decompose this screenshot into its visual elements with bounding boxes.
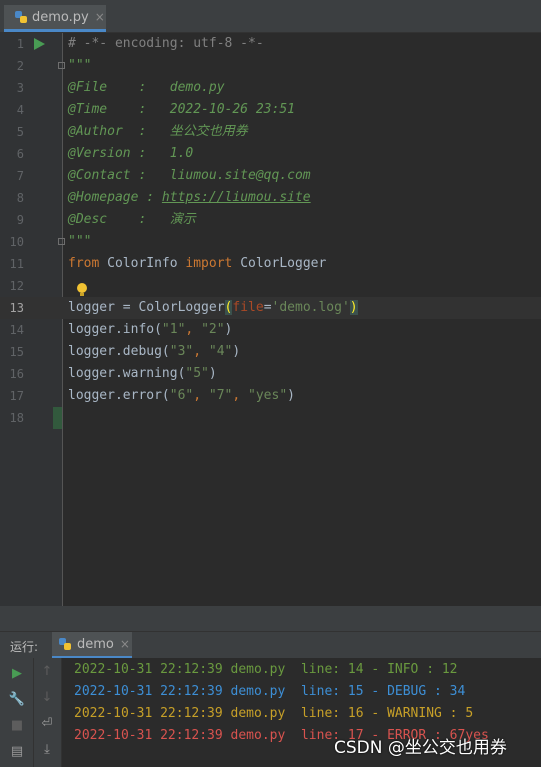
run-panel-header: 运行: demo × xyxy=(0,632,541,658)
code-line: 5 @Author : 坐公交也用券 xyxy=(16,124,248,139)
code-line: 11 from ColorInfo import ColorLogger xyxy=(9,256,327,271)
run-label: 运行: xyxy=(10,640,39,654)
watermark: CSDN @坐公交也用券 xyxy=(334,738,507,758)
up-arrow-icon[interactable]: ↑ xyxy=(37,664,57,679)
code-line: 15 logger.debug("3", "4") xyxy=(9,344,241,359)
soft-wrap-icon[interactable]: ⏎ xyxy=(37,716,57,731)
console-output-line: 2022-10-31 22:12:39 demo.py line: 14 - I… xyxy=(74,662,458,677)
code-line: 6 @Version : 1.0 xyxy=(16,146,194,161)
run-toolbar-right: ↑ ↓ ⏎ ⤓ xyxy=(34,658,62,767)
code-editor[interactable]: 1 # -*- encoding: utf-8 -*- 2 """ 3 @File :… xyxy=(0,33,541,606)
code-line: 14 logger.info("1", "2") xyxy=(9,322,233,337)
code-line: 8 @Homepage : https://liumou.site xyxy=(16,190,311,205)
code-line: 1 # -*- encoding: utf-8 -*- xyxy=(16,36,264,51)
code-line: 3 @File : demo.py xyxy=(16,80,225,95)
python-run-icon xyxy=(59,638,71,650)
code-line: 9 @Desc : 演示 xyxy=(16,212,196,227)
code-line: 16 logger.warning("5") xyxy=(9,366,217,381)
homepage-link[interactable]: https://liumou.site xyxy=(162,190,311,205)
close-run-tab-icon[interactable]: × xyxy=(120,637,130,651)
scroll-to-end-icon[interactable]: ⤓ xyxy=(37,742,57,757)
code-line: 4 @Time : 2022-10-26 23:51 xyxy=(16,102,295,117)
code-line-current: 13 logger = ColorLogger(file='demo.log') xyxy=(0,297,541,319)
console-output-line: 2022-10-31 22:12:39 demo.py line: 16 - W… xyxy=(74,706,474,721)
close-tab-icon[interactable]: × xyxy=(95,10,105,24)
run-tab-demo[interactable]: demo × xyxy=(52,632,132,658)
stop-icon[interactable]: ■ xyxy=(7,718,27,733)
down-arrow-icon[interactable]: ↓ xyxy=(37,690,57,705)
code-line: 7 @Contact : liumou.site@qq.com xyxy=(16,168,311,183)
code-line: 17 logger.error("6", "7", "yes") xyxy=(9,388,295,403)
console-output-line: 2022-10-31 22:12:39 demo.py line: 15 - D… xyxy=(74,684,466,699)
panel-splitter[interactable] xyxy=(0,606,541,631)
pin-icon[interactable]: ▤ xyxy=(7,744,27,759)
code-line: 12 xyxy=(9,279,24,293)
tab-label: demo.py xyxy=(32,9,89,25)
code-line: 10 """ xyxy=(9,234,92,249)
tab-demo-py[interactable]: demo.py × xyxy=(4,5,106,32)
rerun-icon[interactable]: ▶ xyxy=(7,666,27,681)
code-line: 18 xyxy=(9,411,24,425)
run-toolbar-left: ▶ 🔧 ■ ▤ xyxy=(0,658,34,767)
editor-tab-bar: demo.py × xyxy=(0,0,541,33)
code-line: 2 """ xyxy=(16,58,92,73)
run-tab-label: demo xyxy=(77,636,114,652)
wrench-icon[interactable]: 🔧 xyxy=(7,692,27,707)
python-file-icon xyxy=(15,11,27,23)
